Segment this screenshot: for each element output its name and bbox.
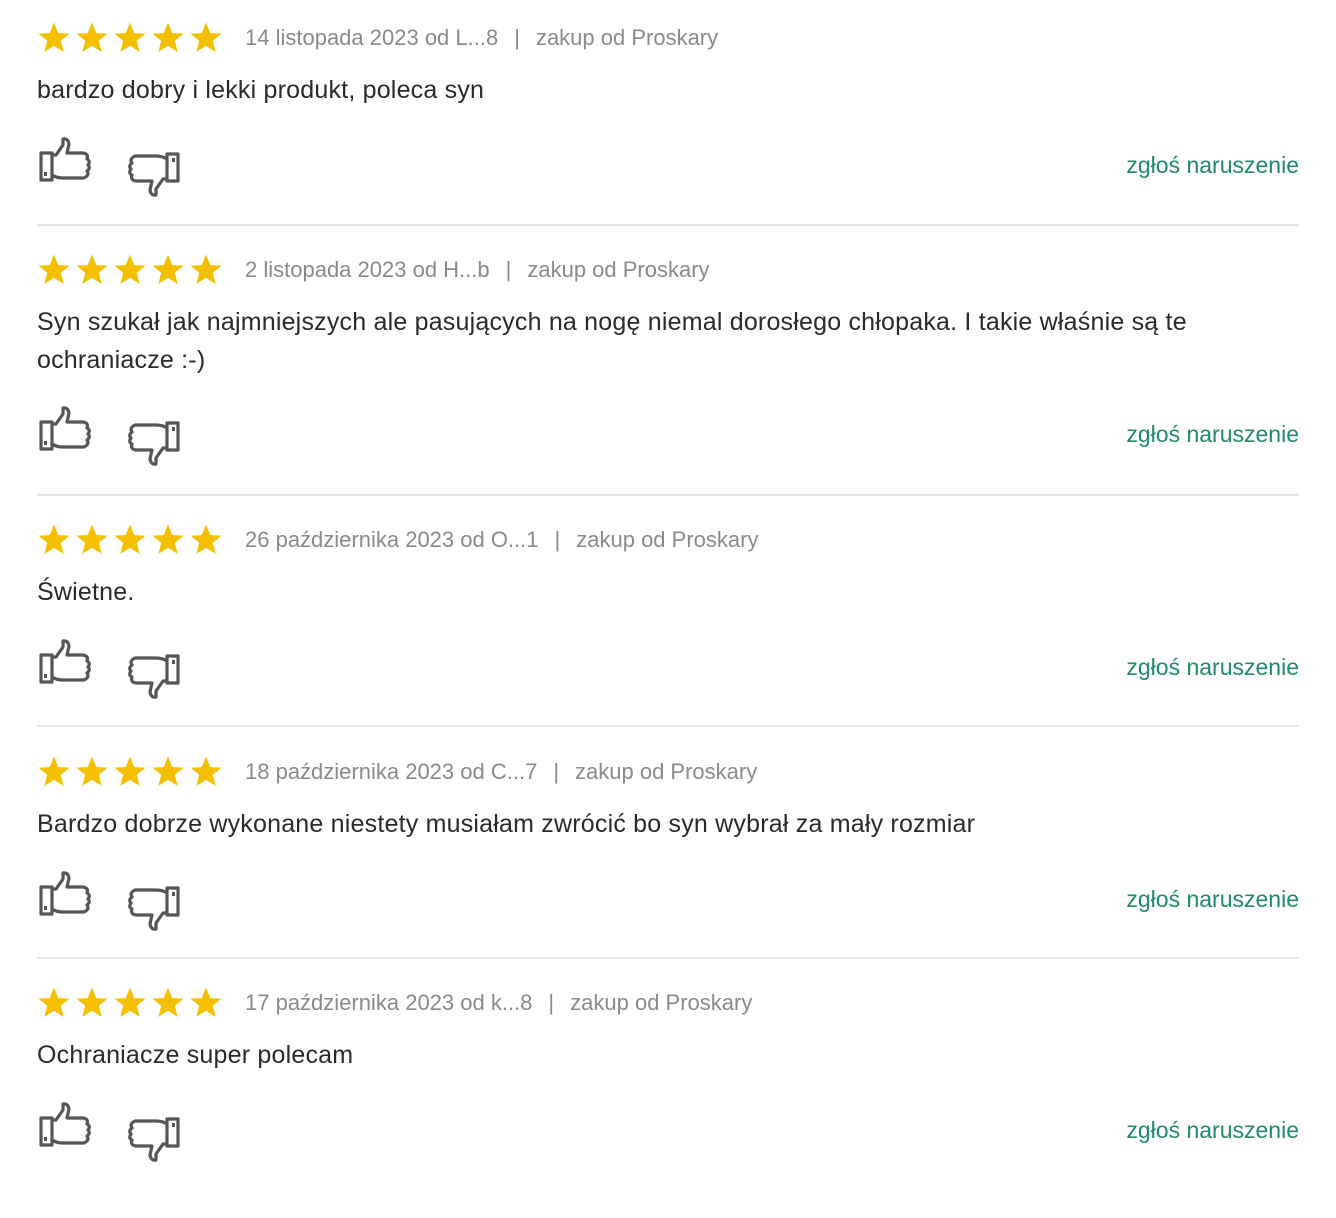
review-date-author: 18 października 2023 od C...7 bbox=[245, 759, 538, 784]
review-meta: 18 października 2023 od C...7 | zakup od… bbox=[245, 759, 757, 785]
thumbs-up-icon bbox=[37, 136, 95, 198]
meta-separator: | bbox=[548, 990, 555, 1015]
thumbs-down-icon bbox=[124, 405, 182, 467]
review-actions: zgłoś naruszenie bbox=[37, 1101, 1299, 1163]
review-text: Świetne. bbox=[37, 578, 135, 606]
star-icon bbox=[151, 523, 185, 557]
thumbs-down-icon bbox=[124, 136, 182, 198]
review-source: zakup od Proskary bbox=[575, 759, 758, 784]
review-divider bbox=[37, 494, 1299, 496]
thumbs-up-button[interactable] bbox=[37, 136, 95, 198]
review-meta: 26 października 2023 od O...1 | zakup od… bbox=[245, 527, 758, 553]
thumbs-down-icon bbox=[124, 870, 182, 932]
star-icon bbox=[37, 755, 71, 789]
report-link[interactable]: zgłoś naruszenie bbox=[1126, 152, 1299, 179]
review-date-author: 26 października 2023 od O...1 bbox=[245, 527, 539, 552]
review-source: zakup od Proskary bbox=[535, 25, 719, 50]
review-header: 17 października 2023 od k...8 | zakup od… bbox=[37, 983, 752, 1023]
star-icon bbox=[151, 986, 185, 1020]
star-icon bbox=[113, 755, 147, 789]
star-icon bbox=[37, 253, 71, 287]
star-icon bbox=[37, 986, 71, 1020]
meta-separator: | bbox=[514, 25, 520, 50]
review-date-author: 17 października 2023 od k...8 bbox=[245, 990, 533, 1015]
star-icon bbox=[37, 21, 71, 55]
review-actions: zgłoś naruszenie bbox=[37, 638, 1299, 700]
review-source: zakup od Proskary bbox=[527, 257, 710, 282]
review-meta: 17 października 2023 od k...8 | zakup od… bbox=[245, 990, 752, 1016]
star-icon bbox=[151, 21, 185, 55]
thumbs-up-icon bbox=[37, 638, 95, 700]
review-source: zakup od Proskary bbox=[576, 527, 759, 552]
star-icon bbox=[151, 755, 185, 789]
reviews-list: 14 listopada 2023 od L...8 | zakup od Pr… bbox=[0, 0, 1336, 1218]
thumbs-up-button[interactable] bbox=[37, 405, 95, 467]
thumbs-down-button[interactable] bbox=[124, 1101, 182, 1163]
review-divider bbox=[37, 957, 1299, 959]
star-rating bbox=[37, 520, 223, 560]
star-rating bbox=[37, 18, 223, 58]
meta-separator: | bbox=[553, 759, 560, 784]
star-icon bbox=[189, 253, 223, 287]
review-date-author: 2 listopada 2023 od H...b bbox=[245, 257, 490, 282]
thumbs-up-button[interactable] bbox=[37, 1101, 95, 1163]
review-header: 26 października 2023 od O...1 | zakup od… bbox=[37, 520, 758, 560]
review-divider bbox=[37, 725, 1299, 727]
report-link[interactable]: zgłoś naruszenie bbox=[1126, 886, 1299, 913]
star-icon bbox=[75, 755, 109, 789]
review-source: zakup od Proskary bbox=[570, 990, 753, 1015]
star-icon bbox=[113, 523, 147, 557]
review-divider bbox=[37, 224, 1299, 226]
star-icon bbox=[113, 253, 147, 287]
review-header: 18 października 2023 od C...7 | zakup od… bbox=[37, 752, 757, 792]
review-text: bardzo dobry i lekki produkt, poleca syn bbox=[37, 76, 485, 104]
review-header: 14 listopada 2023 od L...8 | zakup od Pr… bbox=[37, 18, 718, 58]
report-link[interactable]: zgłoś naruszenie bbox=[1126, 654, 1299, 681]
meta-separator: | bbox=[505, 257, 512, 282]
thumbs-down-button[interactable] bbox=[124, 405, 182, 467]
thumbs-down-icon bbox=[124, 1101, 182, 1163]
star-icon bbox=[189, 523, 223, 557]
thumbs-up-icon bbox=[37, 405, 95, 467]
thumbs-up-button[interactable] bbox=[37, 638, 95, 700]
review-actions: zgłoś naruszenie bbox=[37, 870, 1299, 932]
star-rating bbox=[37, 752, 223, 792]
star-icon bbox=[75, 253, 109, 287]
thumbs-down-icon bbox=[124, 638, 182, 700]
star-icon bbox=[75, 986, 109, 1020]
review-meta: 14 listopada 2023 od L...8 | zakup od Pr… bbox=[245, 25, 718, 51]
thumbs-up-button[interactable] bbox=[37, 870, 95, 932]
star-icon bbox=[113, 21, 147, 55]
review-actions: zgłoś naruszenie bbox=[37, 136, 1299, 198]
star-icon bbox=[37, 523, 71, 557]
star-rating bbox=[37, 250, 223, 290]
star-icon bbox=[189, 21, 223, 55]
star-icon bbox=[75, 523, 109, 557]
meta-separator: | bbox=[554, 527, 561, 552]
thumbs-up-icon bbox=[37, 1101, 95, 1163]
review-meta: 2 listopada 2023 od H...b | zakup od Pro… bbox=[245, 257, 710, 283]
star-icon bbox=[189, 755, 223, 789]
thumbs-down-button[interactable] bbox=[124, 870, 182, 932]
review-header: 2 listopada 2023 od H...b | zakup od Pro… bbox=[37, 250, 710, 290]
star-icon bbox=[75, 21, 109, 55]
report-link[interactable]: zgłoś naruszenie bbox=[1126, 1117, 1299, 1144]
report-link[interactable]: zgłoś naruszenie bbox=[1126, 421, 1299, 448]
review-actions: zgłoś naruszenie bbox=[37, 405, 1299, 467]
star-icon bbox=[113, 986, 147, 1020]
thumbs-up-icon bbox=[37, 870, 95, 932]
star-rating bbox=[37, 983, 223, 1023]
star-icon bbox=[151, 253, 185, 287]
review-text: Ochraniacze super polecam bbox=[37, 1041, 354, 1069]
review-text: Syn szukał jak najmniejszych ale pasując… bbox=[37, 308, 1187, 374]
review-date-author: 14 listopada 2023 od L...8 bbox=[245, 25, 499, 50]
star-icon bbox=[189, 986, 223, 1020]
thumbs-down-button[interactable] bbox=[124, 638, 182, 700]
thumbs-down-button[interactable] bbox=[124, 136, 182, 198]
review-text: Bardzo dobrze wykonane niestety musiałam… bbox=[37, 810, 976, 838]
